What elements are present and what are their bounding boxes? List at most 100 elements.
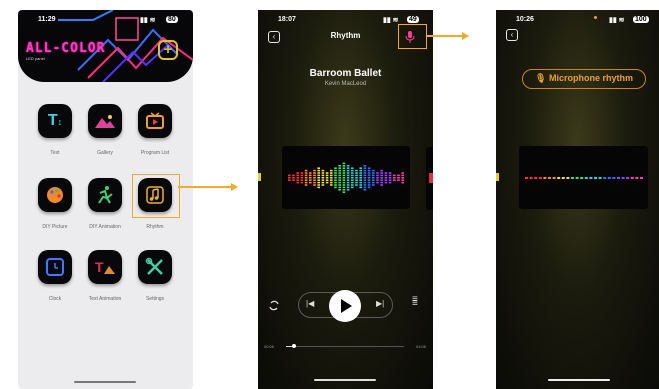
led-dot <box>338 167 341 169</box>
led-dot <box>304 177 308 179</box>
led-dot <box>288 179 291 181</box>
diy-animation-icon <box>98 186 113 204</box>
led-dot <box>338 177 341 179</box>
led-dot <box>338 169 341 172</box>
led-preview-panel[interactable] <box>519 146 648 209</box>
text-animation-tile[interactable]: T <box>88 250 122 284</box>
microphone-rhythm-button[interactable]: 🎙︎ Microphone rhythm <box>522 69 646 89</box>
led-dot <box>355 169 358 172</box>
next-track-icon[interactable]: ▶| <box>376 299 384 308</box>
text-icon: T↕ <box>47 112 63 129</box>
led-dot <box>288 174 291 177</box>
led-dot <box>317 167 320 169</box>
playlist-icon[interactable]: ≡ ≡ <box>412 295 418 309</box>
diy-animation-tile[interactable] <box>88 178 122 212</box>
previous-track-icon[interactable]: |◀ <box>306 299 314 308</box>
led-dot <box>334 169 337 172</box>
progress-knob[interactable] <box>292 344 296 348</box>
led-dot <box>561 177 565 179</box>
led-dot <box>363 189 367 191</box>
annotation-arrowhead <box>231 183 238 191</box>
led-dot <box>351 181 354 184</box>
led-preview-panel[interactable] <box>282 146 410 209</box>
add-button[interactable]: + <box>158 40 178 60</box>
led-dot <box>359 177 362 179</box>
settings-tile[interactable] <box>138 250 172 284</box>
led-dot <box>342 165 346 167</box>
led-dot <box>313 184 316 186</box>
led-dot <box>321 181 325 184</box>
text-animation-icon: T <box>95 259 115 275</box>
led-dot <box>304 172 308 174</box>
led-dot <box>342 172 346 174</box>
led-dot <box>342 189 346 191</box>
repeat-icon[interactable] <box>268 299 280 311</box>
led-dot <box>372 181 375 184</box>
led-dot <box>342 162 346 165</box>
led-dot <box>384 174 388 177</box>
led-dot <box>342 177 346 179</box>
led-dot <box>300 177 304 179</box>
play-button[interactable] <box>329 290 361 322</box>
led-dot <box>557 177 561 179</box>
led-dot <box>338 189 341 191</box>
led-dot <box>393 179 396 181</box>
led-dot <box>317 184 320 186</box>
annotation-arrow <box>426 35 463 37</box>
flat-equalizer-visualization <box>525 177 643 179</box>
led-dot <box>372 177 375 179</box>
led-dot <box>359 184 362 186</box>
led-dot <box>538 177 542 179</box>
led-dot <box>313 179 316 181</box>
status-time: 10:26 <box>516 16 534 23</box>
led-dot <box>330 181 333 184</box>
home-indicator <box>548 379 610 381</box>
led-dot <box>372 184 375 186</box>
led-dot <box>363 177 367 179</box>
led-dot <box>338 172 341 174</box>
led-dot <box>334 181 337 184</box>
led-dot <box>393 177 396 179</box>
led-dot <box>393 174 396 177</box>
led-dot <box>380 169 383 172</box>
led-dot <box>351 184 354 186</box>
diy-picture-tile[interactable] <box>38 178 72 212</box>
led-dot <box>359 172 362 174</box>
led-dot <box>367 174 371 177</box>
led-dot <box>372 172 375 174</box>
led-dot <box>304 174 308 177</box>
led-dot <box>367 169 371 172</box>
led-dot <box>317 169 320 172</box>
led-dot <box>321 174 325 177</box>
led-dot <box>346 172 350 174</box>
led-dot <box>388 174 392 177</box>
progress-track[interactable] <box>286 346 404 347</box>
microphone-icon[interactable] <box>405 31 415 43</box>
diy-picture-icon <box>47 187 63 203</box>
led-dot <box>388 177 392 179</box>
led-dot <box>376 174 379 177</box>
program-list-tile[interactable] <box>138 104 172 138</box>
led-dot <box>351 174 354 177</box>
status-time: 11:29 <box>38 16 56 23</box>
next-indicator <box>429 173 433 183</box>
app-logo: ALL-COLOR <box>26 41 106 56</box>
led-dot <box>571 177 574 179</box>
led-dot <box>342 174 346 177</box>
led-dot <box>397 177 400 179</box>
led-dot <box>525 177 528 179</box>
clock-tile[interactable] <box>38 250 72 284</box>
led-dot <box>334 177 337 179</box>
led-dot <box>330 177 333 179</box>
led-dot <box>325 177 329 179</box>
led-dot <box>338 165 341 167</box>
time-total: 03:06 <box>416 344 427 349</box>
led-dot <box>529 177 533 179</box>
led-dot <box>300 181 304 184</box>
text-tile[interactable]: T↕ <box>38 104 72 138</box>
led-dot <box>380 179 383 181</box>
led-dot <box>330 174 333 177</box>
battery-indicator: 49 <box>407 16 419 23</box>
gallery-tile[interactable] <box>88 104 122 138</box>
back-button[interactable]: ‹ <box>506 29 518 41</box>
